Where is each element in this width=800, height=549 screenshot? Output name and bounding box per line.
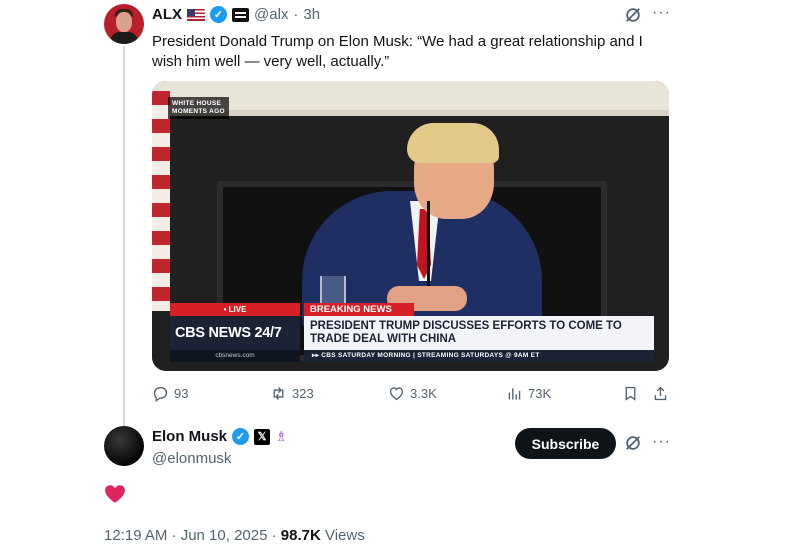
affiliation-badge-icon[interactable]: ♗	[275, 428, 288, 445]
tweet-time[interactable]: 3h	[303, 6, 320, 23]
views-button[interactable]: 73K	[506, 385, 551, 402]
tweet-text: President Donald Trump on Elon Musk: “We…	[152, 33, 643, 70]
live-label: • LIVE	[170, 303, 300, 316]
views-icon	[508, 388, 521, 400]
author-name[interactable]: Elon Musk	[152, 428, 227, 445]
action-bar: 93 323 3.3K 73K	[152, 385, 670, 405]
reply-header: Elon Musk ✓ 𝕏 ♗	[152, 428, 288, 445]
views-label: Views	[320, 527, 365, 544]
grok-icon[interactable]	[624, 434, 642, 452]
news-headline: PRESIDENT TRUMP DISCUSSES EFFORTS TO COM…	[304, 316, 654, 350]
reply-meta: 12:19 AM · Jun 10, 2025 · 98.7K Views	[104, 527, 365, 544]
separator-dot: ·	[293, 6, 299, 23]
bookmark-icon	[625, 386, 636, 401]
repost-count: 323	[292, 386, 314, 401]
heart-icon	[105, 485, 125, 503]
affiliation-icon[interactable]	[232, 7, 249, 22]
more-icon[interactable]: ···	[652, 4, 671, 22]
more-icon[interactable]: ···	[652, 433, 671, 451]
grok-icon[interactable]	[624, 6, 642, 24]
reply-icon	[153, 386, 168, 402]
share-button[interactable]	[652, 385, 669, 402]
breaking-news-label: BREAKING NEWS	[304, 303, 414, 316]
like-button[interactable]: 3.3K	[388, 385, 437, 402]
repost-icon	[273, 387, 284, 400]
verified-icon[interactable]: ✓	[210, 6, 227, 23]
media-overlay-label: WHITE HOUSE MOMENTS AGO	[168, 97, 229, 119]
tweet-media[interactable]: WHITE HOUSE MOMENTS AGO • LIVE BREAKING …	[152, 81, 669, 371]
timestamp[interactable]: 12:19 AM · Jun 10, 2025 ·	[104, 527, 281, 544]
subscribe-button[interactable]: Subscribe	[515, 428, 616, 459]
author-handle[interactable]: @alx	[254, 6, 288, 23]
tweet-header: ALX ✓ @alx · 3h	[152, 6, 320, 23]
reply-button[interactable]: 93	[152, 385, 188, 402]
site-label: cbsnews.com	[170, 350, 300, 362]
views-count: 73K	[528, 386, 552, 401]
news-ticker: ▸▸ CBS SATURDAY MORNING | STREAMING SATU…	[304, 350, 654, 362]
x-badge-icon[interactable]: 𝕏	[254, 428, 271, 445]
avatar[interactable]	[104, 426, 144, 466]
share-icon	[654, 386, 667, 401]
author-name[interactable]: ALX	[152, 6, 182, 23]
verified-icon[interactable]: ✓	[232, 428, 250, 445]
like-count: 3.3K	[410, 386, 437, 401]
bookmark-button[interactable]	[622, 385, 639, 402]
network-brand: CBS NEWS 24/7	[170, 316, 300, 350]
avatar[interactable]	[104, 4, 144, 44]
thread-line	[123, 46, 125, 426]
views-total: 98.7K	[280, 527, 321, 544]
like-icon	[389, 387, 404, 401]
author-handle[interactable]: @elonmusk	[152, 450, 231, 467]
repost-button[interactable]: 323	[270, 385, 314, 402]
flag-us-icon	[187, 8, 205, 21]
reply-count: 93	[174, 386, 189, 401]
